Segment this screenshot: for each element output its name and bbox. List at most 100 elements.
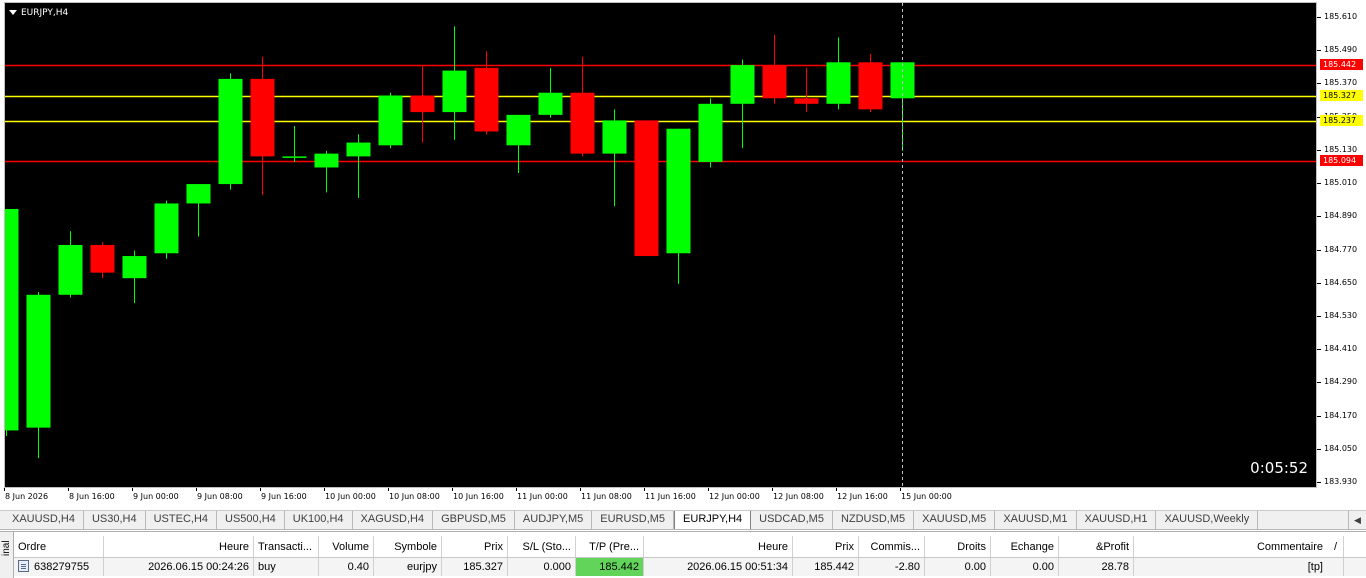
- symbol-tab[interactable]: XAUUSD,H1: [1077, 511, 1157, 529]
- price-tick: 184.290: [1317, 377, 1366, 387]
- table-cell: eurjpy: [374, 558, 442, 576]
- symbol-tab[interactable]: US30,H4: [84, 511, 146, 529]
- bull-candle: [890, 62, 915, 99]
- column-header[interactable]: S/L (Sto...: [508, 536, 576, 557]
- bull-candle: [442, 70, 467, 113]
- bull-candle: [730, 65, 755, 104]
- column-header[interactable]: Transacti...: [254, 536, 319, 557]
- bull-candle: [314, 153, 339, 168]
- price-tick-mark: [1317, 283, 1321, 284]
- symbol-tab[interactable]: XAUUSD,Weekly: [1156, 511, 1259, 529]
- column-header[interactable]: T/P (Pre...: [576, 536, 644, 557]
- column-header[interactable]: Symbole: [374, 536, 442, 557]
- table-cell: 0.00: [925, 558, 991, 576]
- bear-candle: [858, 62, 883, 110]
- column-header[interactable]: Commentaire /: [1134, 536, 1344, 557]
- table-cell: [tp]: [1134, 558, 1344, 576]
- chart-menu-triangle-icon[interactable]: [9, 10, 17, 15]
- symbol-tab[interactable]: USTEC,H4: [146, 511, 218, 529]
- price-tick: 185.370: [1317, 78, 1366, 88]
- bear-candle: [570, 92, 595, 154]
- table-cell: 0.000: [508, 558, 576, 576]
- price-chart-plot[interactable]: EURJPY,H4 0:05:52: [4, 2, 1317, 488]
- time-axis[interactable]: 8 Jun 2026 8 Jun 16:00 9 Jun 00:00 9 Jun 08…: [4, 488, 1317, 504]
- column-header[interactable]: Droits: [925, 536, 991, 557]
- bear-candle: [634, 120, 659, 257]
- price-tick-label: 183.930: [1324, 477, 1358, 486]
- time-tick-label: 15 Jun 00:00: [901, 492, 952, 501]
- price-tick-mark: [1317, 83, 1321, 84]
- symbol-tab[interactable]: US500,H4: [217, 511, 285, 529]
- time-tick-mark: [644, 488, 645, 491]
- lower-level-price-label: 185.094: [1320, 155, 1363, 166]
- bull-candle: [346, 142, 371, 157]
- chart-window[interactable]: EURJPY,H4 0:05:52 185.610 185.490 185.370 1…: [0, 0, 1366, 507]
- sort-mark: /: [1333, 541, 1337, 553]
- table-cell: 2026.06.15 00:51:34: [644, 558, 793, 576]
- column-header[interactable]: Heure: [104, 536, 254, 557]
- column-header[interactable]: Prix: [442, 536, 508, 557]
- take-profit-upper-price-label: 185.442: [1320, 59, 1363, 70]
- symbol-tab[interactable]: XAGUSD,H4: [353, 511, 434, 529]
- bear-candle: [762, 65, 787, 99]
- time-tick-mark: [900, 488, 901, 491]
- table-cell: 185.327: [442, 558, 508, 576]
- column-header[interactable]: &Profit: [1059, 536, 1134, 557]
- column-header[interactable]: Ordre: [14, 536, 104, 557]
- price-tick-label: 184.530: [1324, 311, 1358, 320]
- column-header[interactable]: Prix: [793, 536, 859, 557]
- price-tick-mark: [1317, 449, 1321, 450]
- table-cell: -2.80: [859, 558, 925, 576]
- symbol-tab[interactable]: XAUUSD,H4: [4, 511, 84, 529]
- terminal-side-tab[interactable]: inal: [0, 532, 14, 578]
- terminal-side-label: inal: [1, 540, 12, 556]
- bear-candle: [410, 95, 435, 113]
- price-tick-label: 185.610: [1324, 12, 1358, 21]
- symbol-tab[interactable]: NZDUSD,M5: [833, 511, 915, 529]
- symbol-tab[interactable]: AUDJPY,M5: [515, 511, 593, 529]
- price-tick-label: 185.010: [1324, 178, 1358, 187]
- symbol-tab[interactable]: XAUUSD,M1: [995, 511, 1077, 529]
- candlestick-chart: [5, 3, 1316, 487]
- price-tick-mark: [1317, 50, 1321, 51]
- time-tick-label: 11 Jun 00:00: [517, 492, 568, 501]
- time-tick-label: 10 Jun 00:00: [325, 492, 376, 501]
- column-header[interactable]: Volume: [319, 536, 374, 557]
- symbol-tabs-bar: XAUUSD,H4 US30,H4 USTEC,H4 US500,H4 UK100,H4…: [0, 510, 1366, 530]
- symbol-tab[interactable]: EURJPY,H4: [674, 511, 752, 529]
- symbol-tab[interactable]: EURUSD,M5: [592, 511, 675, 529]
- time-tick-mark: [836, 488, 837, 491]
- open-price-price-label: 185.327: [1320, 90, 1363, 101]
- time-tick-label: 10 Jun 08:00: [389, 492, 440, 501]
- symbol-tab[interactable]: USDCAD,M5: [751, 511, 833, 529]
- price-tick: 185.490: [1317, 45, 1366, 55]
- time-tick-mark: [68, 488, 69, 491]
- table-cell: 28.78: [1059, 558, 1134, 576]
- price-tick: 185.130: [1317, 145, 1366, 155]
- tab-scroll-left-icon[interactable]: ◀: [1348, 511, 1366, 529]
- price-tick-mark: [1317, 150, 1321, 151]
- terminal-panel: inal Ordre Heure Transacti... Volume Symbole…: [0, 531, 1366, 578]
- chart-symbol-title[interactable]: EURJPY,H4: [9, 6, 68, 19]
- table-cell: buy: [254, 558, 319, 576]
- column-header[interactable]: Commis...: [859, 536, 925, 557]
- table-cell: 185.442: [576, 558, 644, 576]
- bull-candle: [826, 62, 851, 104]
- bear-candle: [250, 78, 275, 157]
- price-tick: 184.650: [1317, 278, 1366, 288]
- bull-candle: [58, 244, 83, 295]
- time-tick-mark: [772, 488, 773, 491]
- column-header[interactable]: Echange: [991, 536, 1059, 557]
- price-tick-label: 185.130: [1324, 145, 1358, 154]
- time-tick-mark: [132, 488, 133, 491]
- symbol-tab[interactable]: GBPUSD,M5: [433, 511, 515, 529]
- symbol-tab[interactable]: XAUUSD,M5: [914, 511, 996, 529]
- price-axis[interactable]: 185.610185.490185.370185.250185.130185.0…: [1317, 2, 1366, 488]
- time-tick-label: 9 Jun 00:00: [133, 492, 179, 501]
- bear-candle: [794, 98, 819, 104]
- bull-candle: [5, 208, 19, 431]
- price-tick-mark: [1317, 416, 1321, 417]
- symbol-tab[interactable]: UK100,H4: [285, 511, 353, 529]
- table-row[interactable]: 638279755 2026.06.15 00:24:26 buy 0.40 eurjp…: [14, 558, 1366, 576]
- column-header[interactable]: Heure: [644, 536, 793, 557]
